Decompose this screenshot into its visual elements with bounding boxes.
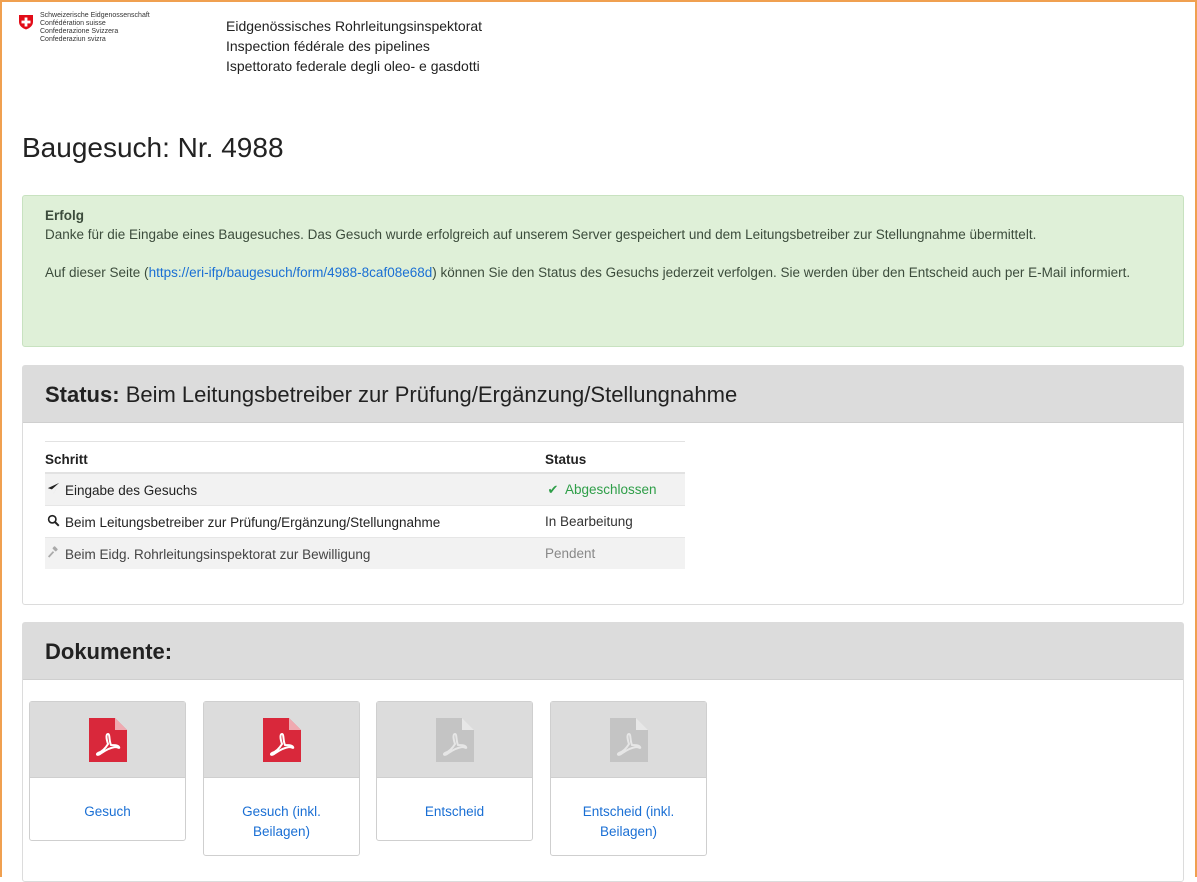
table-row: Eingabe des Gesuchs ✔ Abgeschlossen xyxy=(45,472,685,506)
documents-panel: Dokumente: Gesuch Gesuch (inkl. Beilagen… xyxy=(22,622,1184,882)
document-card-gesuch-inkl-beilagen[interactable]: Gesuch (inkl. Beilagen) xyxy=(203,701,360,856)
column-header-step: Schritt xyxy=(45,441,545,474)
documents-heading-text: Dokumente: xyxy=(45,639,173,664)
status-cell: Pendent xyxy=(545,537,685,569)
step-cell: Beim Leitungsbetreiber zur Prüfung/Ergän… xyxy=(45,505,545,538)
agency-line-de: Eidgenössisches Rohrleitungsinspektorat xyxy=(226,18,483,34)
step-cell: Eingabe des Gesuchs xyxy=(45,472,545,506)
pdf-file-icon xyxy=(89,718,127,762)
search-icon xyxy=(45,514,61,530)
status-text: Pendent xyxy=(545,546,596,561)
alert-tracking-message: Auf dieser Seite (https://eri-ifp/bauges… xyxy=(45,263,1161,282)
document-card-entscheid[interactable]: Entscheid xyxy=(376,701,533,841)
table-row: Beim Eidg. Rohrleitungsinspektorat zur B… xyxy=(45,537,685,569)
status-steps-table: Schritt Status Eingabe des Gesuchs ✔ Abge… xyxy=(45,441,685,569)
table-row: Beim Leitungsbetreiber zur Prüfung/Ergän… xyxy=(45,505,685,538)
pdf-file-icon-disabled xyxy=(610,718,648,762)
success-alert: Erfolg Danke für die Eingabe eines Bauge… xyxy=(22,195,1184,347)
status-cell: ✔ Abgeschlossen xyxy=(545,472,685,506)
table-header-row: Schritt Status xyxy=(45,441,685,474)
step-label: Beim Eidg. Rohrleitungsinspektorat zur B… xyxy=(65,546,371,562)
paper-plane-icon xyxy=(45,482,61,498)
federation-line-de: Schweizerische Eidgenossenschaft xyxy=(40,12,150,19)
site-header: Schweizerische Eidgenossenschaft Confédé… xyxy=(18,12,1178,82)
alert-title: Erfolg xyxy=(45,208,84,223)
status-text: In Bearbeitung xyxy=(545,514,633,529)
federation-line-fr: Confédération suisse xyxy=(40,20,106,27)
gavel-icon xyxy=(45,545,61,562)
agency-name: Eidgenössisches Rohrleitungsinspektorat … xyxy=(226,16,482,76)
document-thumbnail xyxy=(204,702,359,778)
swiss-flag-icon xyxy=(19,15,33,30)
status-value: Beim Leitungsbetreiber zur Prüfung/Ergän… xyxy=(125,382,738,407)
federation-line-rm: Confederaziun svizra xyxy=(40,36,106,43)
document-label[interactable]: Gesuch (inkl. Beilagen) xyxy=(204,802,359,842)
status-panel-header: Status: Beim Leitungsbetreiber zur Prüfu… xyxy=(23,366,1183,423)
document-label[interactable]: Entscheid xyxy=(377,802,532,822)
alert-message-suffix: ) können Sie den Status des Gesuchs jede… xyxy=(432,265,1131,280)
status-heading: Status: Beim Leitungsbetreiber zur Prüfu… xyxy=(23,366,1183,424)
document-card-entscheid-inkl-beilagen[interactable]: Entscheid (inkl. Beilagen) xyxy=(550,701,707,856)
status-text: Abgeschlossen xyxy=(565,481,657,497)
agency-line-it: Ispettorato federale degli oleo- e gasdo… xyxy=(226,58,480,74)
column-header-status: Status xyxy=(545,441,685,474)
status-label: Status: xyxy=(45,382,120,407)
document-thumbnail xyxy=(377,702,532,778)
alert-message-prefix: Auf dieser Seite ( xyxy=(45,265,149,280)
status-panel: Status: Beim Leitungsbetreiber zur Prüfu… xyxy=(22,365,1184,605)
pdf-file-icon xyxy=(263,718,301,762)
documents-heading: Dokumente: xyxy=(23,623,1183,681)
page-title: Baugesuch: Nr. 4988 xyxy=(22,132,284,163)
document-thumbnail xyxy=(551,702,706,778)
alert-message: Danke für die Eingabe eines Baugesuches.… xyxy=(45,227,1037,242)
documents-panel-header: Dokumente: xyxy=(23,623,1183,680)
step-cell: Beim Eidg. Rohrleitungsinspektorat zur B… xyxy=(45,537,545,569)
tracking-link[interactable]: https://eri-ifp/baugesuch/form/4988-8caf… xyxy=(149,265,433,280)
document-card-gesuch[interactable]: Gesuch xyxy=(29,701,186,841)
step-label: Beim Leitungsbetreiber zur Prüfung/Ergän… xyxy=(65,514,441,530)
federation-name: Schweizerische Eidgenossenschaft Confédé… xyxy=(40,12,150,44)
agency-line-fr: Inspection fédérale des pipelines xyxy=(226,38,430,54)
document-thumbnail xyxy=(30,702,185,778)
federation-line-it: Confederazione Svizzera xyxy=(40,28,119,35)
checkmark-icon: ✔ xyxy=(547,481,559,497)
pdf-file-icon-disabled xyxy=(436,718,474,762)
document-label[interactable]: Entscheid (inkl. Beilagen) xyxy=(551,802,706,842)
status-cell: In Bearbeitung xyxy=(545,505,685,538)
step-label: Eingabe des Gesuchs xyxy=(65,482,198,498)
document-label[interactable]: Gesuch xyxy=(30,802,185,822)
